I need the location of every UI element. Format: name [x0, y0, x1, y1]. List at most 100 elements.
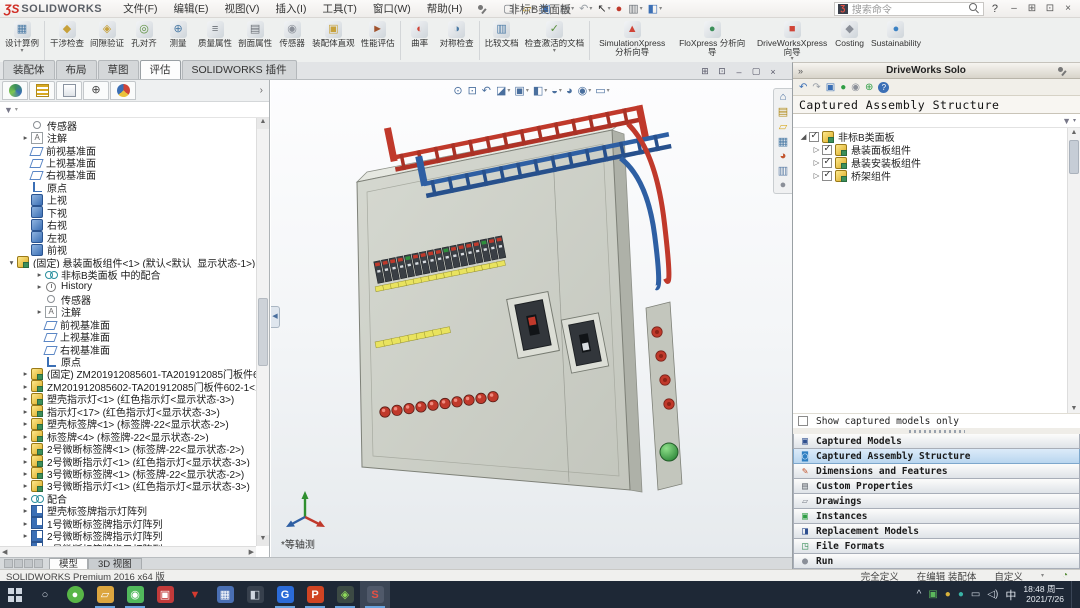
tree-item[interactable]: ▸ ZM201912085602-TA201912085门板件602-1<1> …: [0, 380, 256, 392]
driveworks-filter-row[interactable]: ▼ ▾: [793, 114, 1080, 128]
hud-button[interactable]: ⊡: [468, 84, 478, 97]
task-pane-tab[interactable]: ▱: [774, 120, 792, 133]
ribbon-button[interactable]: ● FloXpress 分析向导: [672, 19, 752, 62]
menu-item[interactable]: 工具(T): [315, 0, 363, 17]
tray-icon[interactable]: ^: [917, 589, 922, 600]
ribbon-tab[interactable]: 装配体: [3, 60, 55, 79]
ribbon-button[interactable]: ◆ 干涉检查: [47, 19, 87, 62]
expand-arrow-icon[interactable]: ▸: [20, 469, 31, 478]
taskbar-app-button[interactable]: ▼: [180, 581, 210, 608]
ribbon-button[interactable]: ● Sustainability: [867, 19, 925, 62]
hud-button[interactable]: ◪ ▾: [496, 84, 510, 97]
tray-icon[interactable]: ●: [945, 589, 951, 600]
driveworks-nav-button[interactable]: ▱ Drawings: [793, 494, 1080, 509]
show-captured-only-row[interactable]: Show captured models only: [793, 413, 1080, 428]
driveworks-tool-icon[interactable]: ?: [878, 82, 889, 93]
tree-item[interactable]: ▸ 塑壳指示灯<1> (红色指示灯<显示状态-3>): [0, 393, 256, 405]
capture-checkbox[interactable]: [822, 145, 832, 155]
graphics-viewport[interactable]: ⊙ ⊡ ↶ ◪ ▾ ▣ ▾ ◧: [271, 80, 792, 557]
menu-item[interactable]: 窗口(W): [366, 0, 418, 17]
expand-arrow-icon[interactable]: ▸: [20, 133, 31, 142]
expand-arrow-icon[interactable]: ▸: [34, 270, 45, 279]
taskbar-app-button[interactable]: ◉: [120, 581, 150, 608]
tray-icon[interactable]: ●: [958, 589, 964, 600]
driveworks-tool-icon[interactable]: ↶: [799, 82, 807, 93]
tree-filter-row[interactable]: ▼ ▾: [0, 102, 269, 118]
driveworks-tool-icon[interactable]: ◉: [851, 82, 860, 93]
driveworks-nav-button[interactable]: ▤ Custom Properties: [793, 479, 1080, 494]
ribbon-button[interactable]: ◆ Costing: [832, 19, 867, 62]
scroll-down-icon[interactable]: ▼: [1068, 405, 1080, 412]
assembly-3d-model[interactable]: [301, 100, 792, 555]
show-desktop-button[interactable]: [1071, 581, 1076, 608]
doc-window-control-button[interactable]: ⊞: [698, 66, 712, 77]
expand-arrow-icon[interactable]: ▸: [20, 444, 31, 453]
driveworks-nav-button[interactable]: ◨ Replacement Models: [793, 524, 1080, 539]
menu-item[interactable]: 文件(F): [116, 0, 164, 17]
quick-tool-button[interactable]: ◧ ▾: [646, 2, 664, 16]
tree-item[interactable]: 上视基准面: [0, 156, 256, 168]
task-pane-tab[interactable]: ◕: [774, 150, 792, 162]
capture-checkbox[interactable]: [822, 171, 832, 181]
ribbon-button[interactable]: ≡ 质量属性: [195, 19, 235, 62]
tree-item[interactable]: ▸ 配合: [0, 492, 256, 504]
driveworks-nav-button[interactable]: ● Run: [793, 554, 1080, 569]
taskbar-app-button[interactable]: ○: [30, 581, 60, 608]
menu-item[interactable]: 插入(I): [269, 0, 314, 17]
ribbon-tab[interactable]: 草图: [98, 60, 139, 79]
expand-arrow-icon[interactable]: ▸: [20, 419, 31, 428]
document-tab[interactable]: 模型: [49, 558, 88, 569]
search-icon[interactable]: [969, 3, 980, 14]
window-control-button[interactable]: –: [1006, 3, 1022, 14]
tree-item[interactable]: ▸ 注解: [0, 131, 256, 143]
scroll-left-icon[interactable]: ◀: [2, 548, 7, 556]
window-control-button[interactable]: ⊞: [1024, 3, 1040, 14]
expand-arrow-icon[interactable]: ▷: [811, 158, 822, 167]
ribbon-button[interactable]: ▥ 比较文档: [482, 19, 522, 62]
ribbon-tab[interactable]: SOLIDWORKS 插件: [182, 60, 297, 79]
dropdown-arrow-icon[interactable]: ▾: [1041, 572, 1044, 579]
doc-window-control-button[interactable]: ▢: [749, 66, 763, 77]
doc-window-control-button[interactable]: –: [732, 67, 746, 77]
driveworks-nav-button[interactable]: ▣ Instances: [793, 509, 1080, 524]
scroll-right-icon[interactable]: ▶: [249, 548, 254, 556]
expand-arrow-icon[interactable]: ▸: [20, 481, 31, 490]
captured-tree-item[interactable]: ◢ 非标B类面板: [795, 130, 1067, 143]
help-button[interactable]: ?: [992, 3, 998, 15]
expand-arrow-icon[interactable]: ▸: [20, 432, 31, 441]
menu-item[interactable]: 编辑(E): [167, 0, 216, 17]
expand-arrow-icon[interactable]: ▸: [20, 494, 31, 503]
ribbon-button[interactable]: ◑ 对称检查: [437, 19, 477, 62]
ribbon-tab[interactable]: 评估: [140, 60, 181, 79]
driveworks-tool-icon[interactable]: ▣: [826, 82, 835, 93]
menu-item[interactable]: 视图(V): [218, 0, 267, 17]
tray-icon[interactable]: ◁): [987, 589, 998, 600]
panel-tabs-overflow[interactable]: ›: [260, 85, 267, 96]
ribbon-button[interactable]: ▤ 剖面属性: [235, 19, 275, 62]
driveworks-tool-icon[interactable]: ↷: [812, 82, 820, 93]
ribbon-button[interactable]: [479, 21, 480, 60]
taskbar-clock[interactable]: 18:48 周一 2021/7/26: [1023, 585, 1064, 605]
window-control-button[interactable]: ×: [1060, 3, 1076, 14]
taskbar-app-button[interactable]: ▱: [90, 581, 120, 608]
ribbon-tab[interactable]: 布局: [56, 60, 97, 79]
hud-button[interactable]: ◒ ▾: [551, 85, 562, 97]
capture-checkbox[interactable]: [822, 158, 832, 168]
expand-arrow-icon[interactable]: ▸: [20, 457, 31, 466]
ribbon-button[interactable]: ⊕ 测量: [161, 19, 195, 62]
taskbar-app-button[interactable]: ◧: [240, 581, 270, 608]
panel-tab[interactable]: [56, 81, 82, 100]
task-pane-tab[interactable]: ⌂: [774, 91, 792, 103]
expand-arrow-icon[interactable]: ▸: [34, 282, 45, 291]
captured-tree-item[interactable]: ▷ 悬装面板组件: [795, 143, 1067, 156]
task-pane-tab[interactable]: ●: [774, 179, 792, 191]
tree-item[interactable]: 上视: [0, 194, 256, 206]
taskbar-app-button[interactable]: S: [360, 581, 390, 608]
tree-item[interactable]: ▸ 指示灯<17> (红色指示灯<显示状态-3>): [0, 405, 256, 417]
pin-panel-icon[interactable]: [1057, 66, 1067, 76]
expand-arrow-icon[interactable]: ▸: [34, 307, 45, 316]
tree-item[interactable]: ▸ 标签牌<4> (标签牌-22<显示状态-2>): [0, 430, 256, 442]
expand-arrow-icon[interactable]: ▷: [811, 145, 822, 154]
ribbon-button[interactable]: ■ DriveWorksXpress 向导 ▾: [752, 19, 832, 62]
driveworks-tool-icon[interactable]: ●: [840, 82, 846, 93]
